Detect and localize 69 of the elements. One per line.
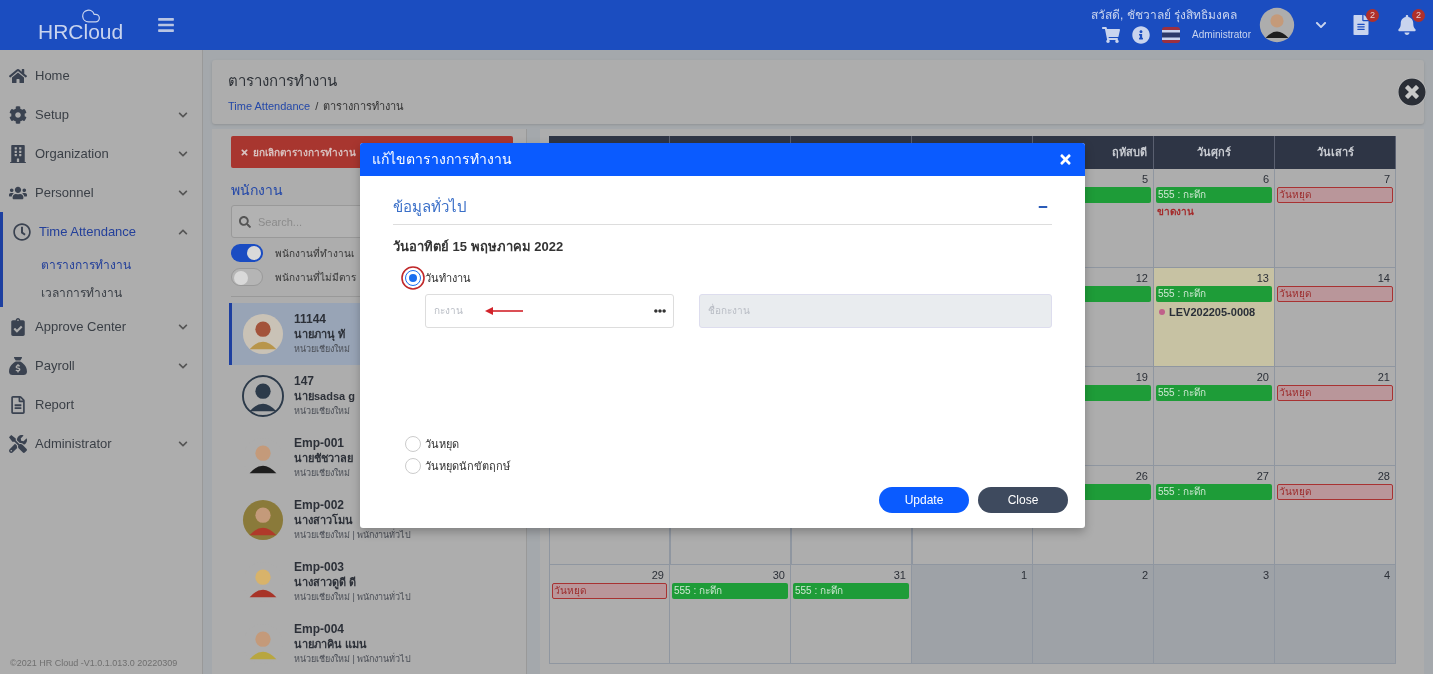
radio-label: วันหยุด [425,436,459,452]
employee-code: Emp-002 [294,497,346,513]
breadcrumb-current: ตารางการทำงาน [323,98,405,114]
employee-unit: หน่วยเชียงใหม่ | พนักงานทั่วไป [294,528,412,542]
holiday-bar: วันหยุด [1277,484,1393,500]
notification-badge: 2 [1412,9,1425,22]
employee-name: นายsadsa g [294,388,355,404]
day-number: 12 [1135,271,1149,285]
page-title: ตารางการทำงาน [228,71,338,91]
employee-code: Emp-004 [294,621,346,637]
employee-code: Emp-003 [294,559,346,575]
employee-name: นายภาคิน แมน [294,636,369,652]
greeting: สวัสดี, ชัชวาลย์ รุ่งสิทธิมงคล [1091,6,1237,23]
holiday-bar: วันหยุด [1277,385,1393,401]
employee-name: นางสาวโมน [294,512,354,528]
day-number: 5 [1141,172,1149,186]
shift-bar: 555 : กะดึก [1156,286,1272,302]
dialog-title: แก้ไขตารางการทำงาน [372,150,512,169]
toggle-label: พนักงานที่ทำงานเ [275,245,354,261]
logo: HRCloud [38,20,124,44]
day-number: 3 [1262,568,1270,582]
shift-bar: 555 : กะดึก [1156,187,1272,203]
day-number: 29 [651,568,665,582]
day-number: 6 [1262,172,1270,186]
day-number: 30 [772,568,786,582]
radio-label: วันทำงาน [425,271,471,286]
shift-bar: 555 : กะดึก [672,583,788,599]
employee-unit: หน่วยเชียงใหม่ [294,466,351,480]
employee-name: นางสาวดูดี ดี [294,574,357,590]
shift-bar: 555 : กะดึก [793,583,909,599]
date-label: วันอาทิตย์ 15 พฤษภาคม 2022 [393,237,565,256]
employee-name: นายชัชวาลย [294,450,353,466]
weekday-header: วันศุกร์ [1197,145,1231,161]
day-number: 13 [1256,271,1270,285]
employee-code: Emp-001 [294,435,346,451]
day-number: 20 [1256,370,1270,384]
breadcrumb-separator: / [315,98,319,114]
absence-label: ขาดงาน [1157,205,1195,219]
employee-unit: หน่วยเชียงใหม่ | พนักงานทั่วไป [294,590,412,604]
day-number: 7 [1383,172,1391,186]
leave-label: LEV202205-0008 [1169,305,1256,320]
day-number: 4 [1383,568,1391,582]
holiday-bar: วันหยุด [1277,187,1393,203]
day-number: 21 [1377,370,1391,384]
toggle-label: พนักงานที่ไม่มีตาร [275,269,356,285]
weekday-header: วันเสาร์ [1316,145,1354,161]
employee-name: นายภานุ ทั [294,326,347,342]
employee-unit: หน่วยเชียงใหม่ [294,404,351,418]
role-label: Administrator [1192,28,1251,42]
day-number: 2 [1141,568,1149,582]
panel-heading: พนักงาน [231,181,284,200]
day-number: 14 [1377,271,1391,285]
employee-unit: หน่วยเชียงใหม่ | พนักงานทั่วไป [294,652,412,666]
day-number: 28 [1377,469,1391,483]
holiday-bar: วันหยุด [552,583,667,599]
day-number: 27 [1256,469,1270,483]
day-number: 31 [893,568,907,582]
holiday-bar: วันหยุด [1277,286,1393,302]
day-number: 19 [1135,370,1149,384]
employee-code: 147 [294,373,316,389]
day-number: 26 [1135,469,1149,483]
weekday-header: ฤหัสบดี [1112,145,1147,161]
radio-label: วันหยุดนักขัตฤกษ์ [425,459,510,475]
shift-bar: 555 : กะดึก [1156,385,1272,401]
notification-badge: 2 [1366,9,1379,22]
shift-bar: 555 : กะดึก [1156,484,1272,500]
employee-unit: หน่วยเชียงใหม่ [294,342,350,356]
employee-code: 11144 [294,311,328,327]
day-number: 1 [1020,568,1028,582]
